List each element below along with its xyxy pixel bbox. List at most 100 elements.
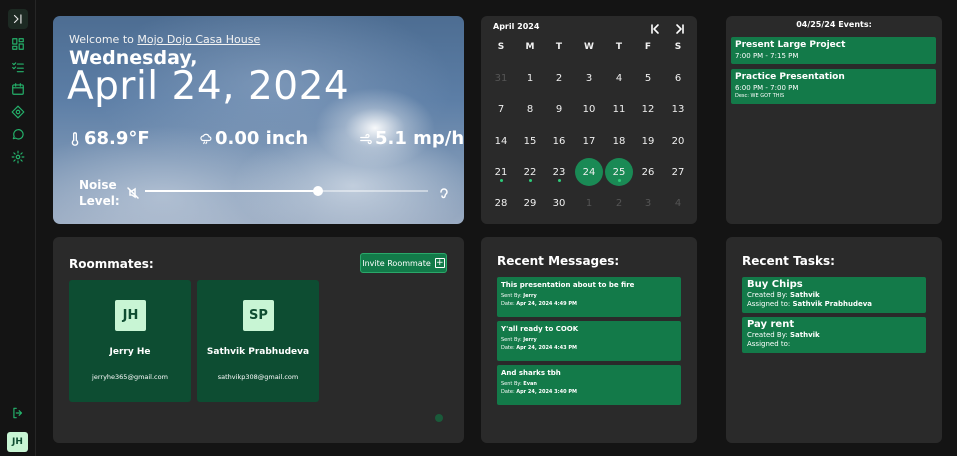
logout-icon [13, 407, 23, 419]
calendar-day[interactable]: 3 [634, 189, 662, 217]
calendar-day-selected[interactable]: 25 [605, 158, 633, 186]
date-label: Date: [501, 345, 515, 351]
task-name: Pay rent [747, 319, 795, 330]
calendar-day[interactable]: 3 [575, 64, 603, 92]
roommate-card[interactable]: SP Sathvik Prabhudeva sathvikp308@gmail.… [197, 280, 319, 402]
calendar-day[interactable]: 19 [634, 127, 662, 155]
calendar-day[interactable]: 6 [664, 64, 692, 92]
calendar-day[interactable]: 1 [575, 189, 603, 217]
noise-level-slider[interactable] [145, 186, 428, 196]
event-item[interactable]: Practice Presentation 6:00 PM - 7:00 PM … [731, 69, 936, 104]
message-item[interactable]: And sharks tbh Sent By: Evan Date: Apr 2… [497, 365, 681, 405]
weekday-header: F [644, 42, 652, 52]
calendar-day-number: 16 [552, 135, 566, 147]
calendar-day[interactable]: 15 [516, 127, 544, 155]
message-item[interactable]: Y'all ready to COOK Sent By: Jerry Date:… [497, 321, 681, 361]
task-name: Buy Chips [747, 279, 803, 290]
event-name: Practice Presentation [735, 72, 845, 82]
calendar-day[interactable]: 16 [545, 127, 573, 155]
calendar-day[interactable]: 20 [664, 127, 692, 155]
message-sender: Sent By: Jerry [501, 337, 677, 343]
precipitation-stat: 0.00 inch [200, 128, 308, 149]
calendar-day[interactable]: 2 [545, 64, 573, 92]
calendar-day[interactable]: 8 [516, 95, 544, 123]
calendar-day[interactable]: 7 [487, 95, 515, 123]
event-dot-icon [499, 179, 503, 182]
calendar-icon [12, 83, 24, 95]
calendar-day[interactable]: 31 [487, 64, 515, 92]
calendar-day[interactable]: 12 [634, 95, 662, 123]
task-assignee: Assigned to: [747, 340, 921, 348]
location-icon [11, 105, 25, 119]
calendar-day[interactable]: 2 [605, 189, 633, 217]
next-month-button[interactable] [673, 20, 687, 34]
sidebar-item-map[interactable] [8, 102, 28, 122]
tasks-title: Recent Tasks: [742, 254, 835, 268]
precipitation-value: 0.00 inch [215, 128, 309, 149]
calendar-day-number: 15 [523, 135, 537, 147]
calendar-day[interactable]: 29 [516, 189, 544, 217]
roommate-email: jerryhe365@gmail.com [92, 373, 168, 381]
calendar-day[interactable]: 9 [545, 95, 573, 123]
sidebar-item-messages[interactable] [8, 124, 28, 144]
calendar-day-number: 22 [523, 166, 537, 178]
messages-title: Recent Messages: [497, 254, 620, 268]
sidebar-item-settings[interactable] [8, 147, 28, 167]
sidebar-item-dashboard[interactable] [8, 34, 28, 54]
sidebar-item-logout[interactable] [8, 403, 28, 423]
calendar-day[interactable]: 18 [605, 127, 633, 155]
assigned-to-label: Assigned to: [747, 300, 791, 308]
roommate-avatar: JH [115, 300, 146, 331]
task-item[interactable]: Pay rent Created By: Sathvik Assigned to… [742, 317, 926, 353]
sent-by-label: Sent By: [501, 337, 522, 343]
user-avatar[interactable]: JH [7, 432, 28, 452]
calendar-day[interactable]: 13 [664, 95, 692, 123]
calendar-day-number: 20 [671, 135, 685, 147]
calendar-day[interactable]: 4 [605, 64, 633, 92]
calendar-day[interactable]: 23 [545, 158, 573, 186]
calendar-day-number: 3 [585, 72, 593, 84]
message-item[interactable]: This presentation about to be fire Sent … [497, 277, 681, 317]
message-date: Date: Apr 24, 2024 3:40 PM [501, 389, 677, 395]
sidebar-item-tasks[interactable] [8, 57, 28, 77]
calendar-panel: April 2024 S M T W T F S 31 1 2 3 4 5 6 7 8 9 10 11 12 13 14 1… [481, 16, 697, 224]
calendar-day-number: 13 [671, 103, 685, 115]
calendar-day-number: 28 [494, 197, 508, 209]
house-name-link[interactable]: Mojo Dojo Casa House [137, 33, 260, 46]
noise-slider-fill [145, 190, 318, 192]
sidebar-item-calendar[interactable] [8, 79, 28, 99]
wind-value: 5.1 mp/h [375, 128, 464, 149]
roommate-card[interactable]: JH Jerry He jerryhe365@gmail.com [69, 280, 191, 402]
calendar-day[interactable]: 21 [487, 158, 515, 186]
calendar-day[interactable]: 17 [575, 127, 603, 155]
calendar-day-number: 2 [615, 197, 623, 209]
calendar-day[interactable]: 27 [664, 158, 692, 186]
sidebar-toggle-button[interactable] [8, 9, 28, 29]
weekday-header: S [674, 42, 682, 52]
prev-month-button[interactable] [650, 20, 664, 34]
noise-level-label: Noise Level: [79, 178, 120, 208]
calendar-day[interactable]: 22 [516, 158, 544, 186]
calendar-day-number: 30 [552, 197, 566, 209]
calendar-day[interactable]: 11 [605, 95, 633, 123]
date-value: Apr 24, 2024 4:49 PM [516, 301, 577, 307]
events-panel: 04/25/24 Events: Present Large Project 7… [726, 16, 942, 224]
temperature-value: 68.9°F [84, 128, 150, 149]
calendar-day[interactable]: 5 [634, 64, 662, 92]
calendar-day[interactable]: 30 [545, 189, 573, 217]
calendar-day[interactable]: 1 [516, 64, 544, 92]
calendar-day-number: 4 [615, 72, 623, 84]
task-item[interactable]: Buy Chips Created By: Sathvik Assigned t… [742, 277, 926, 313]
weekday-header: M [525, 42, 535, 52]
calendar-day-selected[interactable]: 24 [575, 158, 603, 186]
calendar-day-number: 27 [671, 166, 685, 178]
invite-roommate-button[interactable]: Invite Roommate + [360, 253, 447, 273]
calendar-day[interactable]: 14 [487, 127, 515, 155]
calendar-day[interactable]: 4 [664, 189, 692, 217]
event-item[interactable]: Present Large Project 7:00 PM - 7:15 PM [731, 37, 936, 64]
calendar-day[interactable]: 28 [487, 189, 515, 217]
calendar-day[interactable]: 26 [634, 158, 662, 186]
calendar-day[interactable]: 10 [575, 95, 603, 123]
noise-slider-thumb[interactable] [312, 186, 323, 196]
message-date: Date: Apr 24, 2024 4:43 PM [501, 345, 677, 351]
